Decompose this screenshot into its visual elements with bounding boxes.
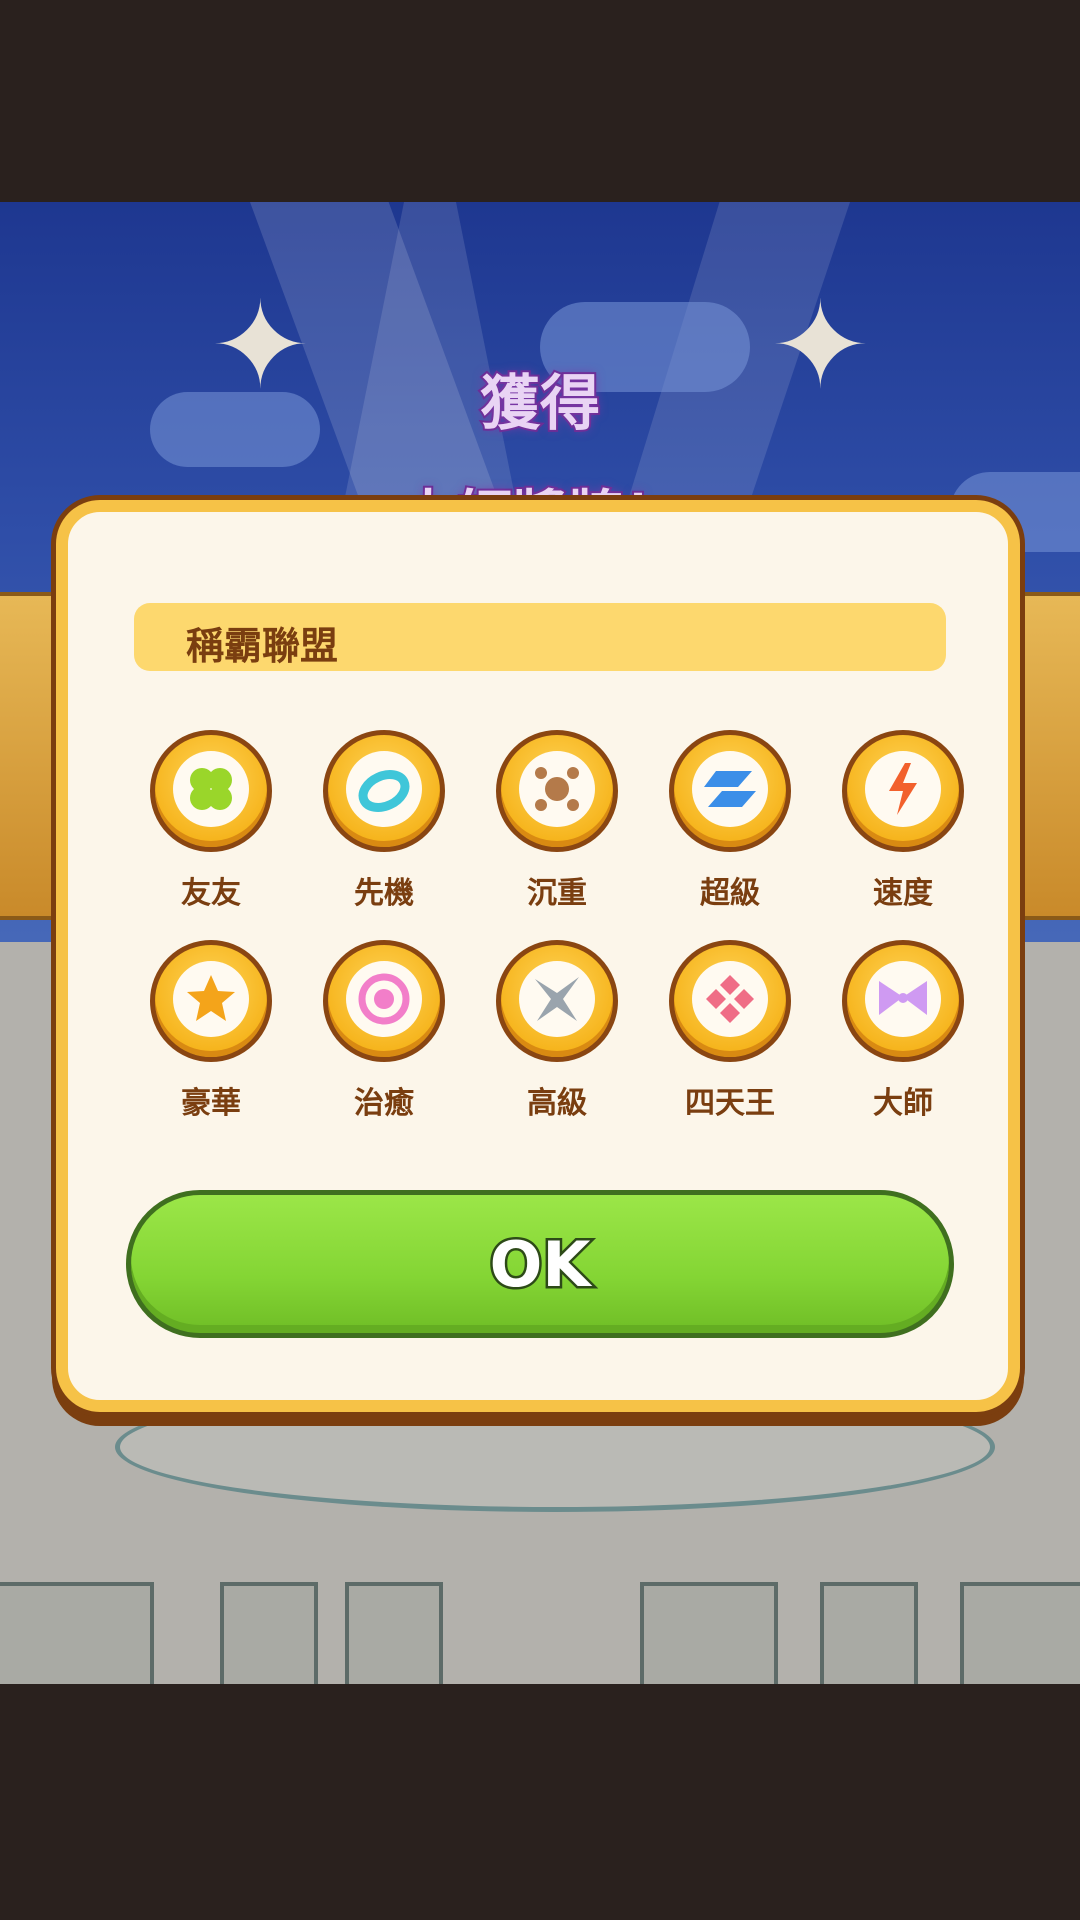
medal-icon [150,730,272,852]
weight-icon [535,767,579,811]
medal-badge[interactable]: 高級 [487,940,627,1122]
league-name: 稱霸聯盟 [186,624,339,668]
medal-icon [323,940,445,1062]
medal-label: 沉重 [527,876,587,911]
ok-button[interactable]: OK [126,1190,954,1338]
medal-label: 治癒 [354,1086,414,1121]
medal-badge[interactable]: 沉重 [487,730,627,912]
medal-icon [669,940,791,1062]
rampart [0,1582,1080,1684]
medal-label: 先機 [354,876,414,911]
medal-icon [496,730,618,852]
medal-icon [842,940,964,1062]
star-icon [187,975,235,1021]
clover-icon [190,768,232,810]
bowtie-icon [879,981,927,1015]
diamonds-icon [706,975,754,1023]
ok-button-label: OK [487,1225,593,1303]
medal-label: 高級 [527,1086,587,1121]
medal-badge[interactable]: 超級 [660,730,800,912]
medal-icon [323,730,445,852]
medal-label: 友友 [181,876,241,911]
medal-label: 大師 [873,1086,933,1121]
shuriken-icon [535,977,579,1021]
letterbox-bottom [0,1684,1080,1920]
battlement [220,1582,318,1684]
medal-label: 四天王 [685,1086,775,1121]
battlement [960,1582,1080,1684]
league-banner: 稱霸聯盟 [134,603,946,671]
medal-badge[interactable]: 豪華 [141,940,281,1122]
medal-badge[interactable]: 治癒 [314,940,454,1122]
medal-icon [669,730,791,852]
medal-label: 豪華 [181,1086,241,1121]
medal-badge[interactable]: 先機 [314,730,454,912]
ring-icon [358,973,410,1025]
medal-badge[interactable]: 大師 [833,940,973,1122]
medal-badge[interactable]: 四天王 [660,940,800,1122]
swirl-icon [358,770,410,812]
medal-icon [842,730,964,852]
battlement [0,1582,154,1684]
medal-label: 超級 [700,876,760,911]
battlement [345,1582,443,1684]
lightning-icon [889,763,917,815]
battlement [640,1582,778,1684]
medal-badge[interactable]: 友友 [141,730,281,912]
super-icon [704,771,756,807]
battlement [820,1582,918,1684]
medal-icon [496,940,618,1062]
medal-icon [150,940,272,1062]
golden-statue-right [1020,592,1080,920]
medal-badge[interactable]: 速度 [833,730,973,912]
title-line-1: 獲得 [478,367,602,441]
medal-label: 速度 [873,876,933,911]
